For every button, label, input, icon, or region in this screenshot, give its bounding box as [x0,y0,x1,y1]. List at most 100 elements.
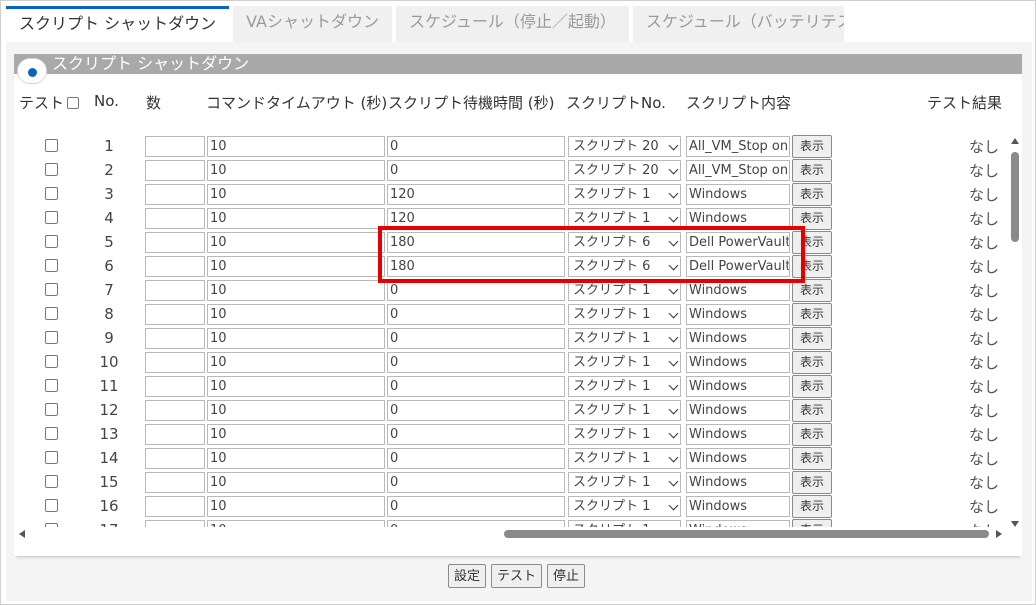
test-checkbox[interactable] [45,499,58,512]
timeout-input[interactable]: 10 [207,448,385,469]
script-select[interactable]: スクリプト 1 [568,280,681,301]
timeout-input[interactable]: 10 [207,184,385,205]
count-input[interactable] [145,280,205,301]
script-select[interactable]: スクリプト 1 [568,304,681,325]
vertical-scroll-thumb[interactable] [1011,152,1019,242]
wait-time-input[interactable]: 0 [387,496,565,517]
script-select[interactable]: スクリプト 20 [568,160,681,181]
script-select[interactable]: スクリプト 1 [568,184,681,205]
count-input[interactable] [145,472,205,493]
script-select[interactable]: スクリプト 1 [568,496,681,517]
count-input[interactable] [145,448,205,469]
script-select[interactable]: スクリプト 1 [568,352,681,373]
timeout-input[interactable]: 10 [207,328,385,349]
show-script-button[interactable]: 表示 [792,183,832,206]
timeout-input[interactable]: 10 [207,304,385,325]
script-select[interactable]: スクリプト 1 [568,472,681,493]
count-input[interactable] [145,328,205,349]
count-input[interactable] [145,496,205,517]
count-input[interactable] [145,256,205,277]
script-select[interactable]: スクリプト 1 [568,448,681,469]
script-select[interactable]: スクリプト 1 [568,328,681,349]
wait-time-input[interactable]: 0 [387,472,565,493]
tab-schedule-stop-start[interactable]: スケジュール（停止／起動） [395,6,629,42]
vertical-scrollbar[interactable] [1009,134,1021,527]
scroll-right-icon[interactable] [996,530,1002,538]
script-select[interactable]: スクリプト 1 [568,424,681,445]
show-script-button[interactable]: 表示 [792,399,832,422]
test-checkbox[interactable] [45,475,58,488]
count-input[interactable] [145,520,205,527]
stop-button[interactable]: 停止 [547,564,586,588]
test-checkbox[interactable] [45,331,58,344]
script-select[interactable]: スクリプト 20 [568,136,681,157]
show-script-button[interactable]: 表示 [792,327,832,350]
timeout-input[interactable]: 10 [207,256,385,277]
timeout-input[interactable]: 10 [207,160,385,181]
show-script-button[interactable]: 表示 [792,135,832,158]
script-select[interactable]: スクリプト 1 [568,520,681,527]
timeout-input[interactable]: 10 [207,280,385,301]
count-input[interactable] [145,136,205,157]
timeout-input[interactable]: 10 [207,232,385,253]
count-input[interactable] [145,352,205,373]
scroll-up-icon[interactable] [1011,138,1019,144]
show-script-button[interactable]: 表示 [792,375,832,398]
test-checkbox[interactable] [45,259,58,272]
test-checkbox[interactable] [45,307,58,320]
count-input[interactable] [145,304,205,325]
test-checkbox[interactable] [45,163,58,176]
show-script-button[interactable]: 表示 [792,447,832,470]
wait-time-input[interactable]: 0 [387,280,565,301]
timeout-input[interactable]: 10 [207,400,385,421]
test-checkbox[interactable] [45,403,58,416]
timeout-input[interactable]: 10 [207,496,385,517]
count-input[interactable] [145,160,205,181]
wait-time-input[interactable]: 120 [387,184,565,205]
timeout-input[interactable]: 10 [207,424,385,445]
radio-selected-icon[interactable] [17,58,47,84]
wait-time-input[interactable]: 0 [387,376,565,397]
wait-time-input[interactable]: 0 [387,136,565,157]
show-script-button[interactable]: 表示 [792,351,832,374]
show-script-button[interactable]: 表示 [792,159,832,182]
test-checkbox[interactable] [45,211,58,224]
show-script-button[interactable]: 表示 [792,495,832,518]
show-script-button[interactable]: 表示 [792,423,832,446]
wait-time-input[interactable]: 0 [387,352,565,373]
test-checkbox[interactable] [45,451,58,464]
count-input[interactable] [145,232,205,253]
wait-time-input[interactable]: 0 [387,424,565,445]
save-button[interactable]: 設定 [448,564,487,588]
test-checkbox[interactable] [45,235,58,248]
test-checkbox[interactable] [45,427,58,440]
timeout-input[interactable]: 10 [207,352,385,373]
tab-script-shutdown[interactable]: スクリプト シャットダウン [6,6,230,42]
show-script-button[interactable]: 表示 [792,303,832,326]
wait-time-input[interactable]: 0 [387,448,565,469]
test-checkbox[interactable] [45,139,58,152]
show-script-button[interactable]: 表示 [792,471,832,494]
wait-time-input[interactable]: 0 [387,304,565,325]
select-all-test-checkbox[interactable] [67,97,80,109]
count-input[interactable] [145,424,205,445]
timeout-input[interactable]: 10 [207,136,385,157]
test-checkbox[interactable] [45,379,58,392]
wait-time-input[interactable]: 0 [387,328,565,349]
horizontal-scroll-thumb[interactable] [504,530,989,538]
test-checkbox[interactable] [45,355,58,368]
test-button[interactable]: テスト [491,564,543,588]
test-checkbox[interactable] [45,283,58,296]
scroll-left-icon[interactable] [19,530,25,538]
timeout-input[interactable]: 10 [207,376,385,397]
count-input[interactable] [145,208,205,229]
timeout-input[interactable]: 10 [207,472,385,493]
test-checkbox[interactable] [45,187,58,200]
timeout-input[interactable]: 10 [207,208,385,229]
timeout-input[interactable]: 10 [207,520,385,527]
count-input[interactable] [145,400,205,421]
horizontal-scrollbar[interactable] [14,527,1009,541]
count-input[interactable] [145,376,205,397]
wait-time-input[interactable]: 0 [387,520,565,527]
wait-time-input[interactable]: 0 [387,400,565,421]
